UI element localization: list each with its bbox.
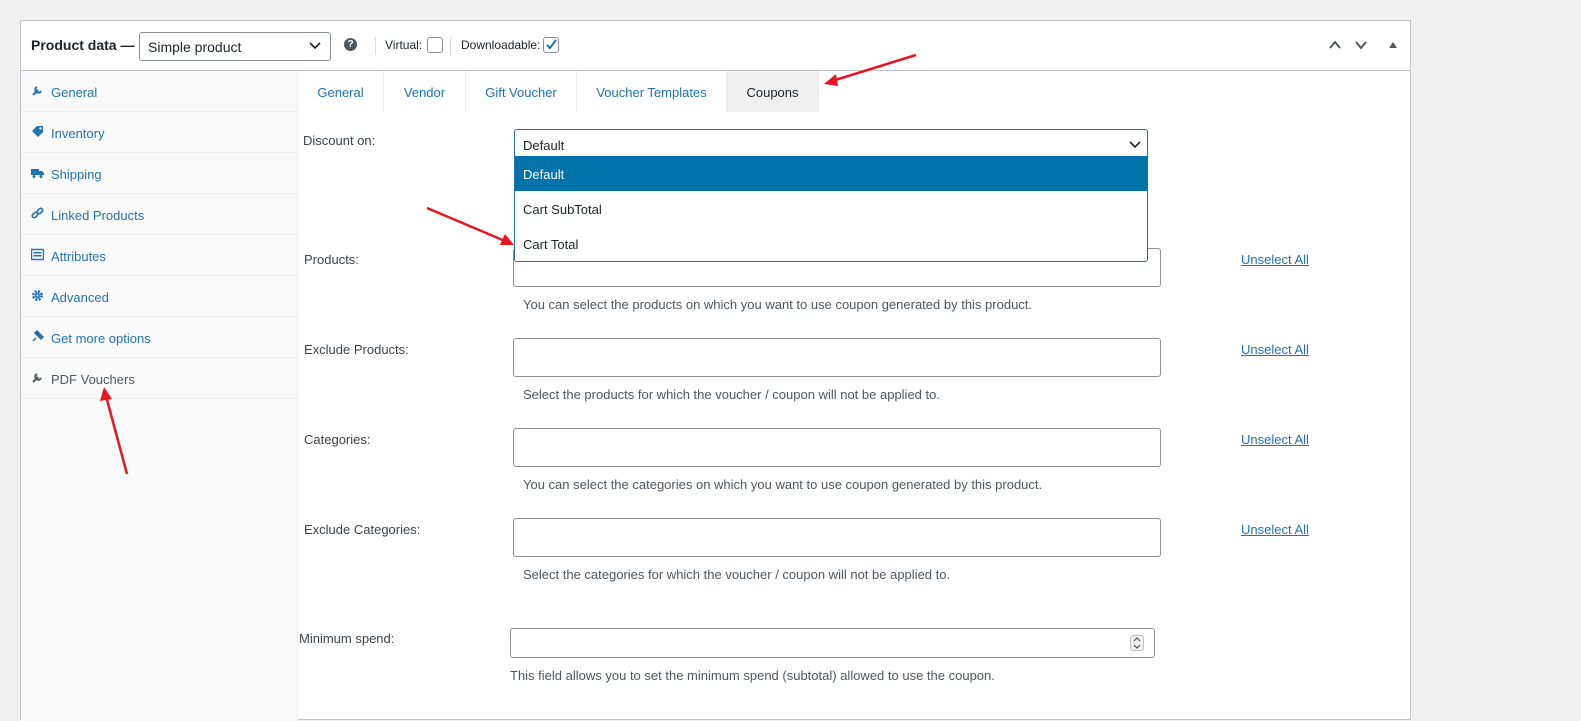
minimum-spend-input[interactable] [510,628,1155,658]
discount-option-cart-subtotal[interactable]: Cart SubTotal [515,191,1147,226]
discount-option-cart-total[interactable]: Cart Total [515,226,1147,261]
products-description: You can select the products on which you… [523,297,1033,312]
products-unselect-all-link[interactable]: Unselect All [1241,252,1309,267]
categories-unselect-all-link[interactable]: Unselect All [1241,432,1309,447]
virtual-label: Virtual: [385,38,423,52]
tab-vendor[interactable]: Vendor [384,71,466,112]
gear-icon [32,290,43,301]
product-data-panel: Product data — Simple product ? Virtual:… [20,20,1411,721]
move-up-icon[interactable] [1328,38,1342,52]
sidebar-item-pdf-vouchers[interactable]: PDF Vouchers [21,358,298,399]
link-icon [31,207,44,219]
product-type-select[interactable]: Simple product [139,32,331,61]
exclude-products-label: Exclude Products: [304,342,409,357]
products-label: Products: [304,252,359,267]
collapse-toggle-icon[interactable] [1388,40,1398,50]
panel-header: Product data — Simple product ? Virtual:… [21,21,1410,71]
tab-gift-voucher[interactable]: Gift Voucher [466,71,577,112]
discount-on-value: Default [523,138,565,153]
truck-icon [31,169,44,178]
virtual-checkbox[interactable] [427,37,443,53]
divider [375,37,376,55]
chevron-down-icon [1129,141,1141,149]
sidebar-item-attributes[interactable]: Attributes [21,235,298,276]
sidebar-item-label: Linked Products [51,208,145,223]
tag-icon [32,126,43,137]
sidebar-item-label: PDF Vouchers [51,372,135,387]
sidebar-item-label: Advanced [51,290,109,305]
exclude-products-unselect-all-link[interactable]: Unselect All [1241,342,1309,357]
plugin-icon [32,330,44,342]
categories-input[interactable] [513,428,1161,467]
discount-on-label: Discount on: [303,133,376,148]
minimum-spend-label: Minimum spend: [299,631,395,646]
checkmark-icon [546,39,557,50]
sidebar-item-general[interactable]: General [21,71,298,112]
exclude-products-input[interactable] [513,338,1161,377]
sidebar-item-label: Shipping [51,167,102,182]
categories-label: Categories: [304,432,371,447]
wrench-icon [32,373,42,383]
sidebar-item-inventory[interactable]: Inventory [21,112,298,153]
sidebar-item-shipping[interactable]: Shipping [21,153,298,194]
number-stepper-icon[interactable] [1130,635,1144,651]
sidebar-item-advanced[interactable]: Advanced [21,276,298,317]
tab-general[interactable]: General [298,71,384,112]
sidebar-item-label: Inventory [51,126,105,141]
tab-coupons[interactable]: Coupons [727,71,819,112]
sidebar-item-linked-products[interactable]: Linked Products [21,194,298,235]
chevron-down-icon [309,42,321,50]
sidebar-item-label: General [51,85,98,100]
voucher-tabs: General Vendor Gift Voucher Voucher Temp… [298,71,1411,112]
wrench-icon [32,86,42,96]
exclude-categories-input[interactable] [513,518,1161,557]
discount-option-default[interactable]: Default [515,156,1147,191]
panel-title: Product data — [31,37,135,53]
product-data-sidebar: General Inventory Shipping Linked Produc… [21,71,298,721]
exclude-categories-label: Exclude Categories: [304,522,421,537]
product-type-value: Simple product [148,39,242,55]
sidebar-item-label: Attributes [51,249,106,264]
downloadable-label: Downloadable: [461,38,541,52]
categories-description: You can select the categories on which y… [523,477,1043,492]
discount-on-select[interactable]: Default Default Cart SubTotal Cart Total [514,129,1148,262]
sidebar-item-get-more-options[interactable]: Get more options [21,317,298,358]
exclude-categories-unselect-all-link[interactable]: Unselect All [1241,522,1309,537]
exclude-products-description: Select the products for which the vouche… [523,387,940,402]
move-down-icon[interactable] [1354,38,1368,52]
divider [450,37,451,55]
help-icon[interactable]: ? [344,38,357,51]
list-icon [31,248,44,261]
minimum-spend-description: This field allows you to set the minimum… [510,668,995,683]
exclude-categories-description: Select the categories for which the vouc… [523,567,951,582]
sidebar-item-label: Get more options [51,331,151,346]
discount-on-current-value[interactable]: Default [515,130,1147,156]
tab-voucher-templates[interactable]: Voucher Templates [577,71,727,112]
downloadable-checkbox[interactable] [543,37,559,53]
